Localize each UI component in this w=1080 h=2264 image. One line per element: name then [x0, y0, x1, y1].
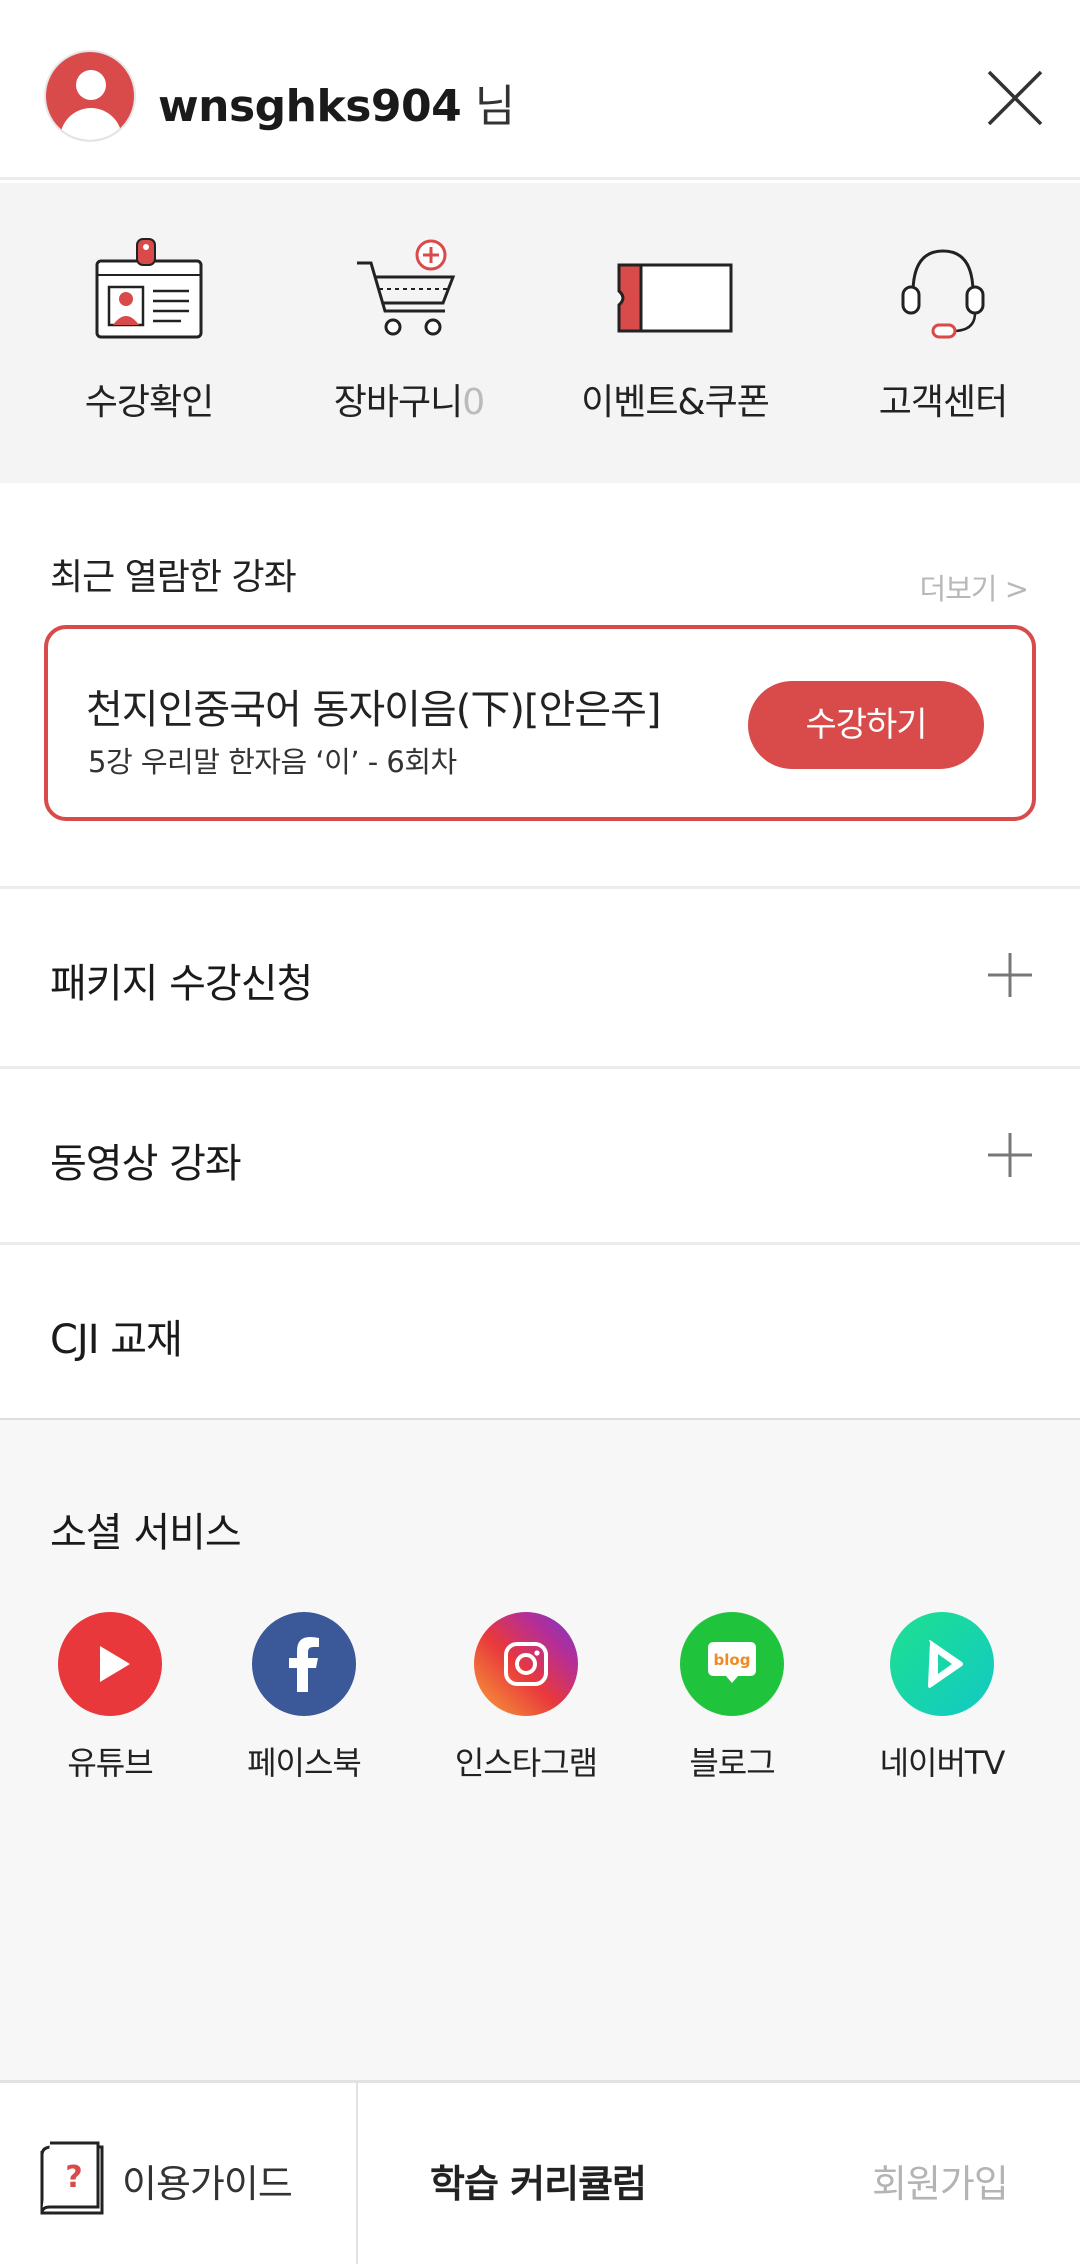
facebook-icon	[252, 1612, 356, 1716]
social-label: 네이버TV	[879, 1744, 1006, 1782]
quick-item-label: 수강확인	[84, 382, 214, 423]
svg-text:?: ?	[65, 2160, 82, 2195]
menu-row-package[interactable]: 패키지 수강신청	[0, 889, 1080, 1064]
book-icon: ?	[40, 2141, 104, 2215]
signup-link[interactable]: 회원가입	[872, 2153, 1009, 2208]
quick-menu: 수강확인 장바구니0 이벤트&쿠폰 고객센터	[0, 183, 1080, 483]
menu-row-books[interactable]: CJI 교재	[0, 1245, 1080, 1420]
avatar[interactable]	[44, 50, 136, 142]
social-item-instagram[interactable]: 인스타그램	[436, 1612, 616, 1784]
quick-item-label: 이벤트&쿠폰	[581, 382, 770, 423]
blog-icon: blog	[680, 1612, 784, 1716]
blog-badge-text: blog	[714, 1651, 751, 1669]
menu-row-label: 패키지 수강신청	[50, 961, 313, 1007]
course-title: 천지인중국어 동자이음(下)[안은주]	[86, 687, 662, 733]
avatar-head	[76, 70, 106, 100]
username: wnsghks904	[158, 81, 462, 132]
plus-icon[interactable]	[986, 951, 1034, 999]
quick-item-cart[interactable]: 장바구니0	[274, 183, 544, 483]
play-icon	[100, 1646, 130, 1682]
instagram-icon	[474, 1612, 578, 1716]
social-section: 소셜 서비스 유튜브 페이스북 인스타그램 blog 블로그 네이버TV	[0, 1418, 1080, 2080]
social-item-navertv[interactable]: 네이버TV	[852, 1612, 1032, 1784]
drawer-header: wnsghks904 님	[0, 0, 1080, 180]
social-label: 페이스북	[247, 1744, 362, 1782]
avatar-body	[60, 108, 122, 140]
social-label: 인스타그램	[454, 1744, 598, 1782]
close-icon[interactable]	[985, 68, 1045, 128]
study-button[interactable]: 수강하기	[748, 681, 984, 769]
bottom-bar: ? 이용가이드 학습 커리큘럼 회원가입	[0, 2080, 1080, 2264]
quick-item-events[interactable]: 이벤트&쿠폰	[540, 183, 810, 483]
guide-button[interactable]: ? 이용가이드	[36, 2139, 293, 2219]
menu-row-label: CJI 교재	[50, 1317, 183, 1363]
menu-row-video[interactable]: 동영상 강좌	[0, 1069, 1080, 1244]
quick-item-label: 고객센터	[878, 382, 1008, 423]
id-card-icon	[95, 238, 203, 339]
social-section-title: 소셜 서비스	[50, 1510, 242, 1556]
more-link[interactable]: 더보기 >	[919, 566, 1029, 608]
social-item-blog[interactable]: blog 블로그	[642, 1612, 822, 1784]
cart-label: 장바구니	[333, 382, 463, 423]
social-label: 유튜브	[67, 1744, 153, 1782]
social-label: 블로그	[689, 1744, 775, 1782]
username-suffix: 님	[461, 81, 515, 132]
play-icon	[928, 1640, 963, 1688]
curriculum-link[interactable]: 학습 커리큘럼	[430, 2153, 647, 2208]
guide-label: 이용가이드	[122, 2162, 293, 2206]
plus-icon[interactable]	[986, 1131, 1034, 1179]
ticket-icon	[617, 263, 733, 333]
quick-item-support[interactable]: 고객센터	[808, 183, 1078, 483]
recent-section-title: 최근 열람한 강좌	[50, 557, 297, 598]
cart-icon	[357, 239, 456, 336]
headset-icon	[901, 249, 985, 339]
recent-course-card[interactable]: 천지인중국어 동자이음(下)[안은주] 5강 우리말 한자음 ‘이’ - 6회차…	[44, 625, 1036, 821]
social-item-youtube[interactable]: 유튜브	[20, 1612, 200, 1784]
course-subtitle: 5강 우리말 한자음 ‘이’ - 6회차	[88, 745, 457, 779]
quick-item-enrollment[interactable]: 수강확인	[14, 183, 284, 483]
cart-count: 0	[462, 382, 485, 423]
menu-row-label: 동영상 강좌	[50, 1141, 242, 1187]
camera-icon	[504, 1642, 548, 1686]
youtube-icon	[58, 1612, 162, 1716]
speech-bubble-icon: blog	[708, 1642, 756, 1683]
username-label: wnsghks904 님	[158, 70, 515, 134]
quick-item-label: 장바구니0	[274, 373, 544, 425]
social-item-facebook[interactable]: 페이스북	[214, 1612, 394, 1784]
vertical-divider	[356, 2083, 358, 2264]
naver-tv-icon	[890, 1612, 994, 1716]
facebook-f-icon	[289, 1637, 319, 1692]
